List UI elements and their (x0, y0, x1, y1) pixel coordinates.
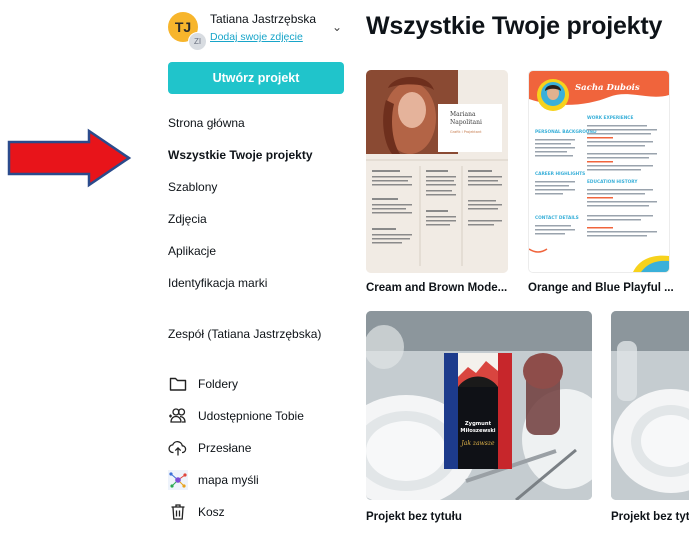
add-photo-link[interactable]: Dodaj swoje zdjęcie (210, 31, 303, 43)
design-thumbnail-orange-blue[interactable]: Sacha Dubois PERSONAL BACKGROUND CAREER … (528, 70, 670, 273)
design-title[interactable]: Orange and Blue Playful ... (528, 282, 674, 294)
annotation-arrow (7, 128, 132, 188)
account-switcher[interactable]: TJ ZI Tatiana Jastrzębska Dodaj swoje zd… (168, 10, 348, 51)
resume-section-heading: WORK EXPERIENCE (587, 115, 633, 121)
resume-name-line2: Napolitani (450, 119, 482, 126)
sidebar-item-home[interactable]: Strona główna (168, 116, 245, 130)
sidebar-item-uploads[interactable]: Przesłane (168, 437, 251, 459)
shared-users-icon (168, 406, 188, 426)
create-design-button[interactable]: Utwórz projekt (168, 62, 344, 94)
resume-name: Sacha Dubois (575, 83, 640, 93)
book-title: Jak zawsze (459, 440, 495, 447)
sidebar-item-templates[interactable]: Szablony (168, 180, 217, 194)
book-author-line2: Miłoszewski (460, 428, 495, 434)
chevron-down-icon[interactable]: ⌄ (332, 20, 342, 34)
resume-name-line1: Mariana (450, 111, 476, 118)
sidebar-item-shared[interactable]: Udostępnione Tobie (168, 405, 304, 427)
sidebar-item-folders[interactable]: Foldery (168, 373, 238, 395)
sidebar: TJ ZI Tatiana Jastrzębska Dodaj swoje zd… (168, 0, 348, 537)
resume-section-heading: CONTACT DETAILS (535, 215, 579, 221)
sidebar-item-apps[interactable]: Aplikacje (168, 244, 216, 258)
resume-section-heading: EDUCATION HISTORY (587, 179, 638, 185)
account-name: Tatiana Jastrzębska (210, 12, 317, 26)
secondary-avatar: ZI (188, 32, 207, 51)
resume-subtitle: Grafik i Projektant (450, 130, 482, 134)
design-title[interactable]: Projekt bez tyt (611, 511, 689, 523)
trash-icon (168, 502, 188, 522)
resume-preview: Sacha Dubois PERSONAL BACKGROUND CAREER … (529, 71, 669, 272)
page-title: Wszystkie Twoje projekty (366, 12, 663, 40)
design-thumbnail-partial[interactable] (611, 311, 689, 500)
sidebar-item-brand-kit[interactable]: Identyfikacja marki (168, 276, 267, 290)
table-setting-photo (611, 311, 689, 500)
design-title[interactable]: Projekt bez tytułu (366, 511, 462, 523)
resume-preview: Mariana Napolitani Grafik i Projektant (366, 70, 508, 273)
cloud-upload-icon (168, 438, 188, 458)
design-thumbnail-book-cover[interactable]: Zygmunt Miłoszewski Jak zawsze (366, 311, 592, 500)
team-label[interactable]: Zespół (Tatiana Jastrzębska) (168, 327, 321, 341)
mind-map-thumbnail (168, 470, 188, 490)
folder-icon (168, 374, 188, 394)
sidebar-item-mind-map[interactable]: mapa myśli (168, 469, 259, 491)
sidebar-item-photos[interactable]: Zdjęcia (168, 212, 207, 226)
resume-section-heading: CAREER HIGHLIGHTS (535, 171, 585, 177)
design-title[interactable]: Cream and Brown Mode... (366, 282, 507, 294)
sidebar-item-trash[interactable]: Kosz (168, 501, 225, 523)
sidebar-item-all-projects[interactable]: Wszystkie Twoje projekty (168, 148, 313, 162)
design-thumbnail-cream-brown[interactable]: Mariana Napolitani Grafik i Projektant (366, 70, 508, 273)
table-setting-photo: Zygmunt Miłoszewski Jak zawsze (366, 311, 592, 500)
book-author-line1: Zygmunt (465, 421, 492, 427)
